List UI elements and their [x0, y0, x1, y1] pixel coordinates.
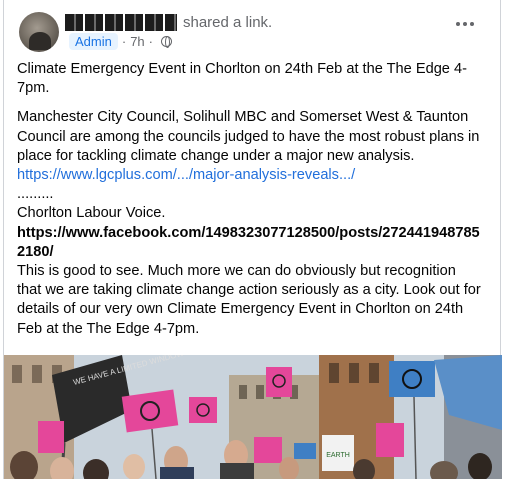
source-text: Chorlton Labour Voice.: [17, 205, 166, 222]
protest-photo: WE HAVE A LIMITED WINDOW OF CHANCE EARTH: [4, 355, 502, 479]
dots-separator: .........: [17, 186, 54, 203]
post-timestamp[interactable]: 7h: [130, 34, 144, 49]
post-body: Climate Emergency Event in Chorlton on 2…: [17, 60, 482, 339]
more-options-icon[interactable]: [456, 22, 474, 26]
source-url[interactable]: https://www.facebook.com/149832307712850…: [17, 224, 482, 262]
post-text-para2: Manchester City Council, Solihull MBC an…: [17, 109, 480, 164]
admin-badge[interactable]: Admin: [69, 33, 118, 50]
redacted-author-name[interactable]: [65, 13, 177, 31]
author-avatar[interactable]: [19, 12, 59, 52]
post-text-line1: Climate Emergency Event in Chorlton on 2…: [17, 61, 467, 97]
post-header: shared a link. Admin · 7h ·: [17, 6, 490, 54]
globe-icon: [161, 36, 173, 48]
post-text-para3: This is good to see. Much more we can do…: [17, 263, 481, 337]
article-link[interactable]: https://www.lgcplus.com/.../major-analys…: [17, 167, 355, 183]
post-action-text: shared a link.: [183, 13, 273, 31]
post-meta: Admin · 7h ·: [69, 33, 173, 50]
sign-text: EARTH: [326, 452, 350, 459]
facebook-post: shared a link. Admin · 7h · Climate Emer…: [3, 0, 502, 479]
meta-separator: ·: [121, 34, 127, 49]
meta-separator-2: ·: [148, 34, 154, 49]
author-line: shared a link.: [65, 13, 273, 31]
link-preview-image[interactable]: WE HAVE A LIMITED WINDOW OF CHANCE EARTH: [4, 355, 502, 479]
